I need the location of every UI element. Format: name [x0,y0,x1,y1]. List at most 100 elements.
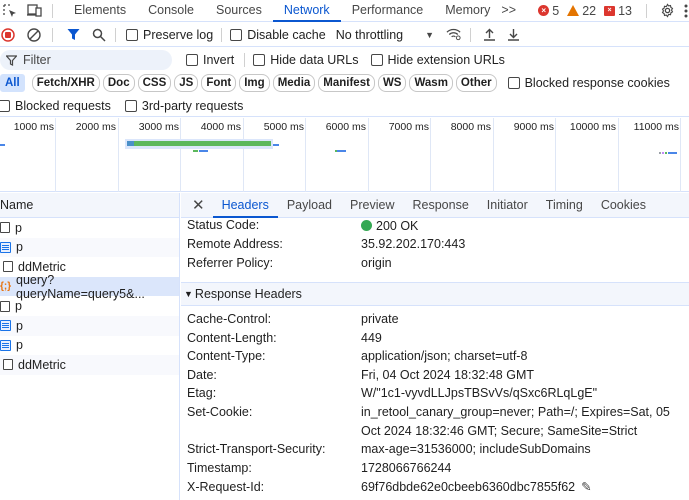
checkbox[interactable] [124,99,137,112]
xhr-icon: {;} [0,281,12,293]
edit-pencil-icon[interactable]: ✎ [581,480,591,494]
tab-timing[interactable]: Timing [537,193,592,218]
errors-badge[interactable]: × 5 [538,4,559,18]
network-toolbar: Preserve log Disable cache No throttling… [0,23,689,47]
inspect-element-icon[interactable] [2,3,18,19]
timeline-overview[interactable]: 1000 ms 2000 ms 3000 ms 4000 ms 5000 ms … [0,118,689,192]
throttling-select[interactable]: No throttling ▼ [336,28,434,42]
checkbox[interactable] [230,28,243,41]
request-name: p [16,338,23,353]
hide-data-urls-checkbox[interactable]: Hide data URLs [253,53,359,67]
checkbox[interactable] [126,28,138,41]
name-column-header[interactable]: Name [0,193,179,218]
tab-memory[interactable]: Memory [434,0,501,22]
checkbox[interactable] [370,54,383,66]
request-row-selected[interactable]: {;} query?queryName=query5&... [0,273,179,301]
resource-type-filter: All Fetch/XHR Doc CSS JS Font Img Media … [0,72,689,94]
collapse-triangle-icon: ▼ [184,289,193,299]
export-har-icon[interactable] [505,27,521,43]
filter-icon[interactable] [65,27,81,43]
request-row[interactable]: p [0,315,179,336]
clear-icon[interactable] [26,27,42,43]
request-bar [273,144,279,146]
checkbox[interactable] [0,99,10,112]
warnings-count: 22 [582,3,597,18]
checkbox[interactable] [186,54,198,66]
type-other[interactable]: Other [455,74,497,92]
blocked-requests-label: Blocked requests [15,98,111,113]
type-ws[interactable]: WS [377,74,407,92]
tab-cookies[interactable]: Cookies [592,193,655,218]
stop-recording-icon[interactable] [0,27,16,43]
header-key: Status Code: [187,218,260,232]
filter-input[interactable]: Filter [0,50,172,70]
request-row[interactable]: p [0,336,179,356]
import-har-icon[interactable] [481,27,497,43]
header-value: W/"1c1-vyvdLLJpsTBSvVs/qSxc6RLqLgE" [361,386,598,400]
tab-payload[interactable]: Payload [278,193,341,218]
tab-console[interactable]: Console [137,0,205,22]
dropdown-arrow-icon: ▼ [425,29,435,40]
response-headers-section[interactable]: ▼ Response Headers [181,282,689,306]
request-bar [665,152,667,154]
tick-label: 11000 ms [633,121,679,133]
hide-extension-urls-label: Hide extension URLs [387,53,505,67]
tab-network[interactable]: Network [272,0,341,22]
tick-label: 8000 ms [450,121,491,133]
network-conditions-icon[interactable] [446,27,462,43]
tick-label: 7000 ms [388,121,429,133]
request-bar-download [134,141,271,146]
disable-cache-checkbox[interactable]: Disable cache [230,28,326,42]
third-party-requests-label: 3rd-party requests [141,98,244,113]
preserve-log-checkbox[interactable]: Preserve log [126,28,213,42]
tab-headers[interactable]: Headers [212,193,278,218]
request-bar [668,152,677,154]
details-tab-bar: ✕ Headers Payload Preview Response Initi… [181,193,689,218]
type-js[interactable]: JS [174,74,199,92]
type-wasm[interactable]: Wasm [409,74,453,92]
checkbox[interactable] [507,77,520,89]
checkbox[interactable] [253,54,266,66]
header-key: Strict-Transport-Security: [187,442,326,456]
header-key: Content-Type: [187,349,266,363]
hide-extension-urls-checkbox[interactable]: Hide extension URLs [370,53,505,67]
gear-icon[interactable] [659,3,675,19]
type-css[interactable]: CSS [137,74,172,92]
type-all[interactable]: All [0,74,25,92]
header-value: 449 [361,331,382,345]
tab-initiator[interactable]: Initiator [478,193,537,218]
type-media[interactable]: Media [272,74,316,92]
type-doc[interactable]: Doc [102,74,135,92]
header-value: 69f76dbde62e0cbeeb6360dbc7855f62 [361,480,576,494]
third-party-requests-checkbox[interactable]: 3rd-party requests [124,98,244,113]
tab-preview[interactable]: Preview [341,193,403,218]
type-font[interactable]: Font [201,74,237,92]
type-manifest[interactable]: Manifest [318,74,375,92]
close-icon[interactable]: ✕ [181,196,213,214]
blocked-response-cookies-checkbox[interactable]: Blocked response cookies [507,76,670,90]
request-details: ✕ Headers Payload Preview Response Initi… [181,193,689,500]
tab-sources[interactable]: Sources [205,0,273,22]
header-value: 1728066766244 [361,461,452,475]
device-toolbar-icon[interactable] [26,3,42,19]
type-fetch-xhr[interactable]: Fetch/XHR [31,74,100,92]
more-options-icon[interactable] [683,3,689,19]
request-row[interactable]: ddMetric [0,355,179,375]
header-key: Remote Address: [187,237,283,251]
tab-performance[interactable]: Performance [341,0,435,22]
issues-badge[interactable]: × 13 [604,4,632,18]
invert-checkbox[interactable]: Invert [186,53,234,67]
header-value: 35.92.202.170:443 [361,237,466,251]
disable-cache-label: Disable cache [247,27,326,42]
blocked-requests-checkbox[interactable]: Blocked requests [0,99,111,113]
tab-response[interactable]: Response [403,193,477,218]
search-icon[interactable] [91,27,107,43]
header-value: max-age=31536000; includeSubDomains [361,442,591,456]
request-row[interactable]: p [0,218,179,238]
warnings-badge[interactable]: 22 [567,4,596,18]
header-key: Cache-Control: [187,312,272,326]
type-img[interactable]: Img [239,74,270,92]
request-row[interactable]: p [0,237,179,258]
tab-elements[interactable]: Elements [63,0,137,22]
more-tabs-button[interactable]: >> [501,0,522,22]
